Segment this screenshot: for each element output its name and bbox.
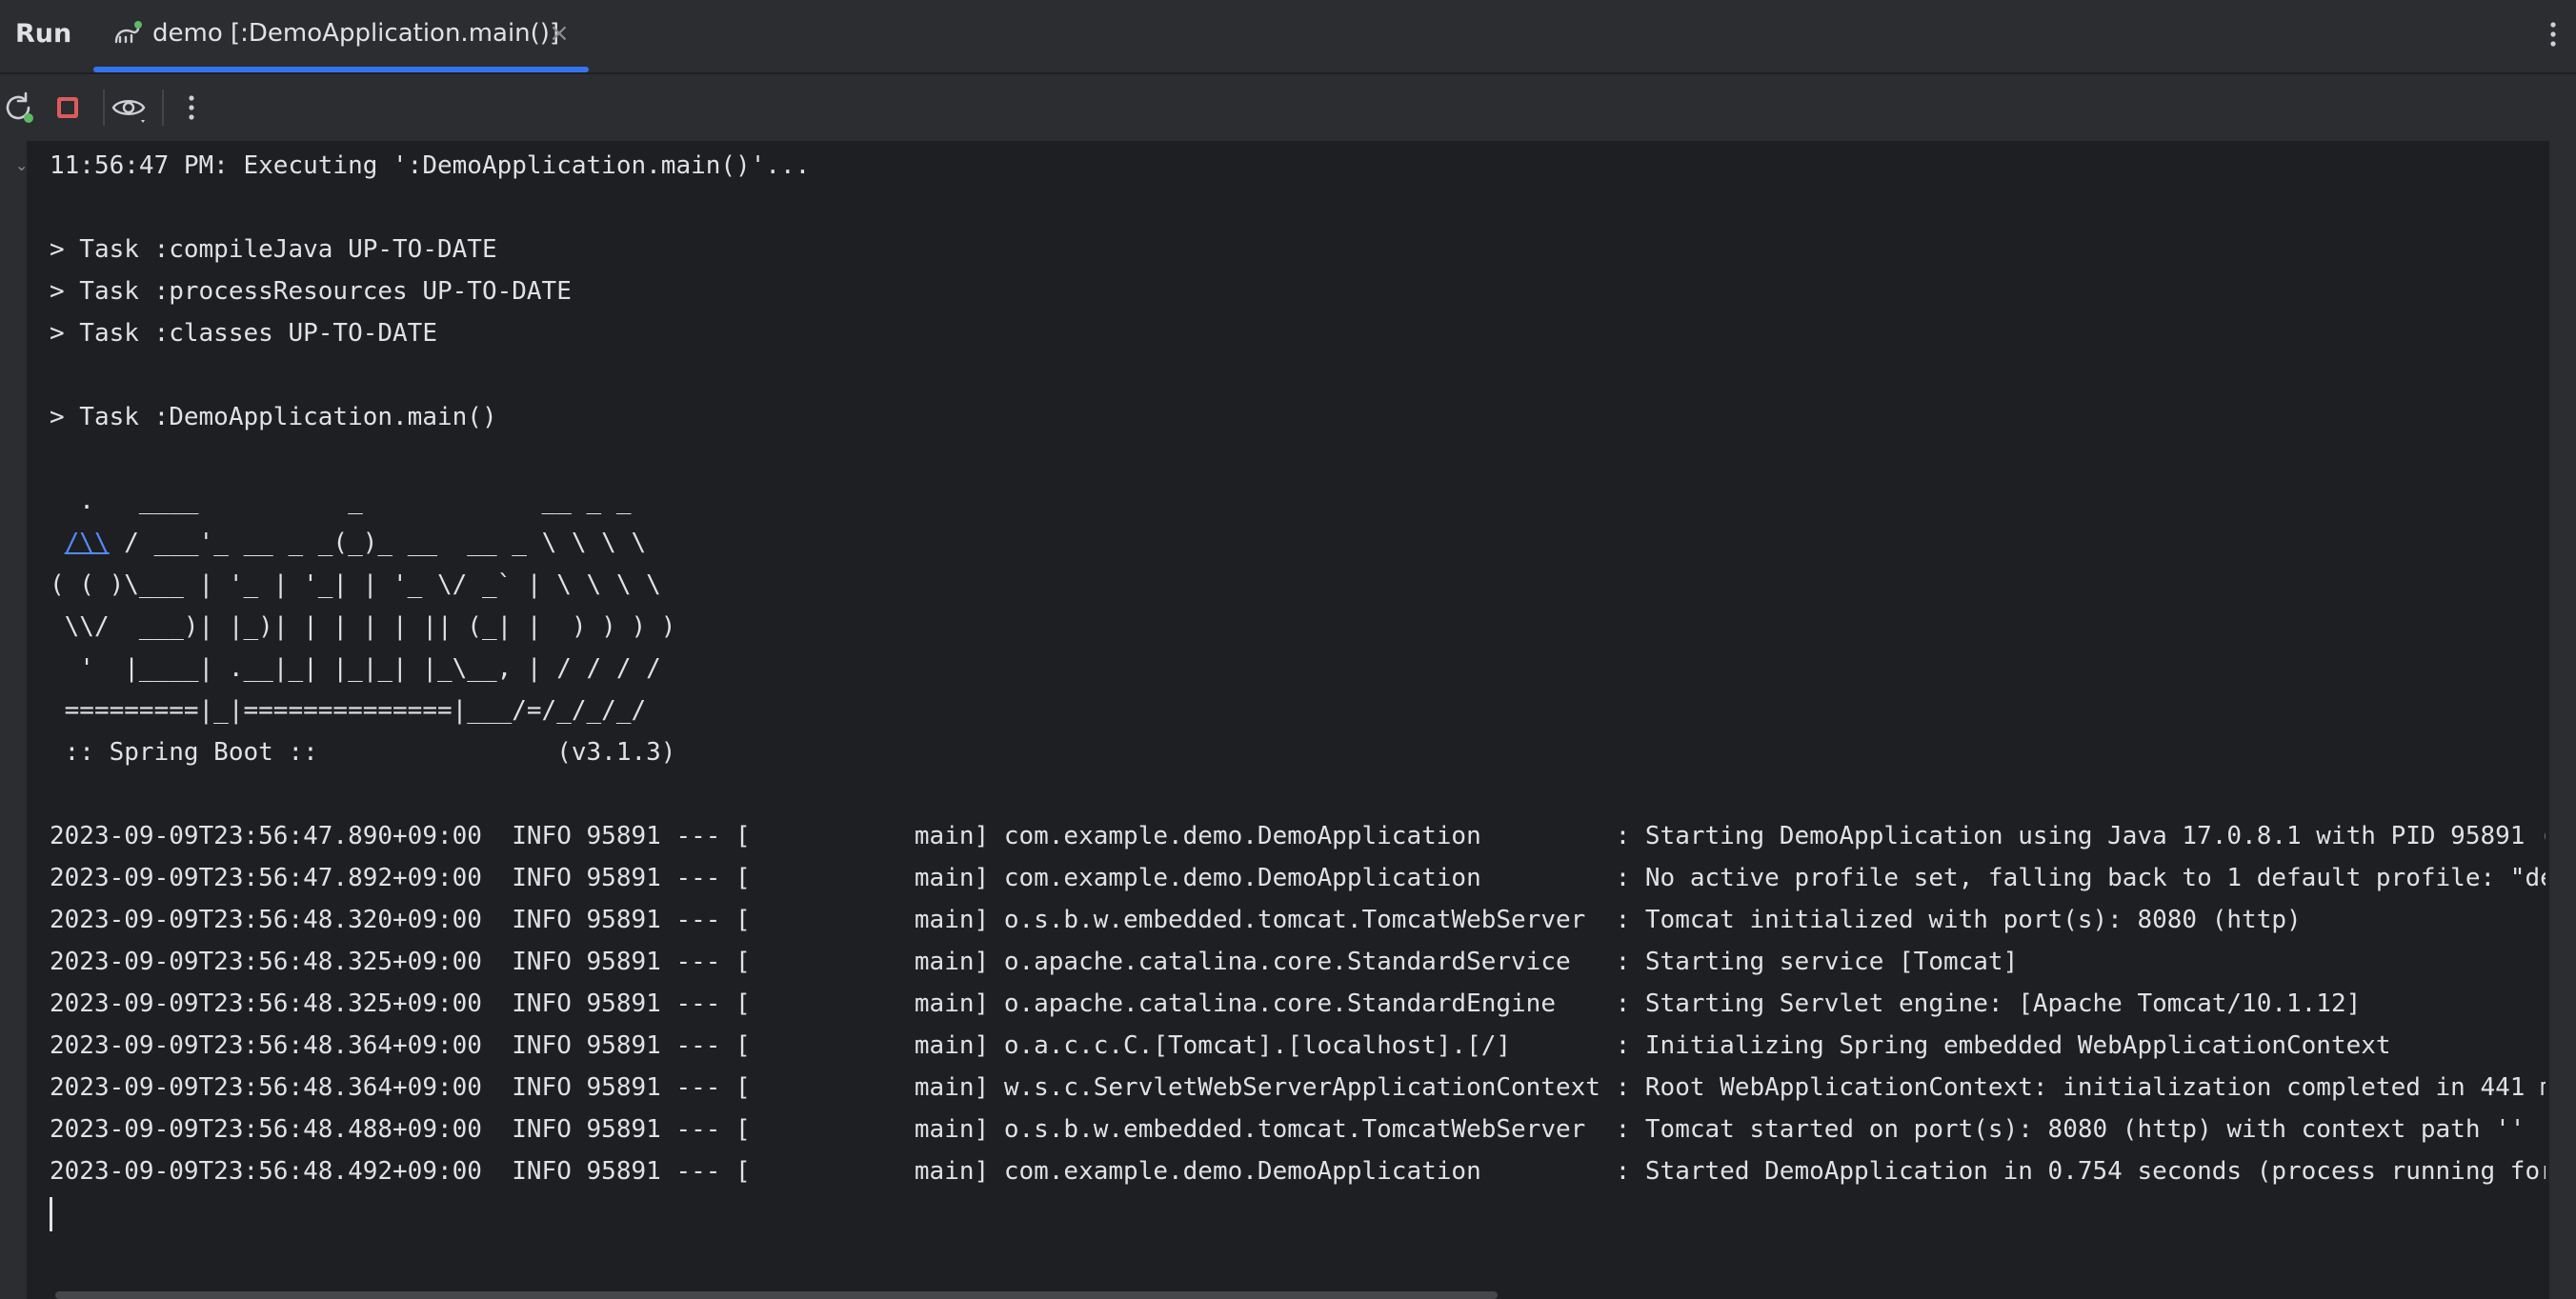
log-line: 2023-09-09T23:56:48.325+09:00 INFO 95891… <box>50 989 2362 1018</box>
stop-icon[interactable] <box>50 90 86 126</box>
banner-line: :: Spring Boot :: (v3.1.3) <box>50 738 676 767</box>
more-vertical-icon[interactable] <box>2544 17 2563 51</box>
log-line: 2023-09-09T23:56:48.492+09:00 INFO 95891… <box>50 1157 2546 1186</box>
log-line: 2023-09-09T23:56:47.890+09:00 INFO 95891… <box>50 822 2546 850</box>
banner-line: \\/ ___)| |_)| | | | | || (_| | ) ) ) ) <box>50 612 676 641</box>
log-line: 2023-09-09T23:56:48.320+09:00 INFO 95891… <box>50 906 2302 934</box>
banner-line: ( ( )\___ | '_ | '_| | '_ \/ _` | \ \ \ … <box>50 570 661 599</box>
active-tab-indicator <box>93 67 589 72</box>
log-line: 2023-09-09T23:56:48.364+09:00 INFO 95891… <box>50 1031 2391 1060</box>
console-output[interactable]: 11:56:47 PM: Executing ':DemoApplication… <box>50 145 2546 1288</box>
log-line: 2023-09-09T23:56:48.325+09:00 INFO 95891… <box>50 948 2019 976</box>
tab-demo-application[interactable]: demo [:DemoApplication.main()] × <box>93 0 589 72</box>
horizontal-scrollbar[interactable] <box>55 1291 1498 1299</box>
tool-window-header: Run demo [:DemoApplication.main()] × <box>0 0 2576 74</box>
fold-marker-icon: ⌄ <box>15 156 29 174</box>
console-line: > Task :compileJava UP-TO-DATE <box>50 235 497 264</box>
run-title: Run <box>15 19 72 49</box>
banner-line-rest: / ___'_ __ _ _(_)_ __ __ _ \ \ \ \ <box>109 529 647 557</box>
input-line[interactable] <box>50 1192 2546 1234</box>
run-tool-window: Run demo [:DemoApplication.main()] × ⌄ 1… <box>0 0 2576 1299</box>
console-line: > Task :DemoApplication.main() <box>50 403 497 431</box>
console-line: > Task :classes UP-TO-DATE <box>50 319 437 348</box>
more-vertical-icon[interactable] <box>173 90 210 126</box>
log-line: 2023-09-09T23:56:47.892+09:00 INFO 95891… <box>50 864 2546 892</box>
log-line: 2023-09-09T23:56:48.488+09:00 INFO 95891… <box>50 1115 2526 1144</box>
banner-line: . ____ _ __ _ _ <box>50 487 632 515</box>
banner-link[interactable]: /\\ <box>65 529 110 557</box>
banner-line: ' |____| .__|_| |_|_| |_\__, | / / / / <box>50 654 661 683</box>
run-toolbar <box>0 74 2576 141</box>
text-caret <box>50 1196 52 1231</box>
toolbar-separator <box>103 90 105 126</box>
console-line: 11:56:47 PM: Executing ':DemoApplication… <box>50 151 811 180</box>
gradle-elephant-icon <box>112 19 143 50</box>
tab-title: demo [:DemoApplication.main()] <box>152 19 560 48</box>
close-icon[interactable]: × <box>549 19 570 48</box>
log-line: 2023-09-09T23:56:48.364+09:00 INFO 95891… <box>50 1073 2546 1102</box>
console-line: > Task :processResources UP-TO-DATE <box>50 277 572 306</box>
toolbar-separator <box>162 90 164 126</box>
banner-line: =========|_|==============|___/=/_/_/_/ <box>50 696 647 725</box>
banner-line: /\\ / ___'_ __ _ _(_)_ __ __ _ \ \ \ \ <box>50 522 2546 564</box>
rerun-icon[interactable] <box>0 90 36 126</box>
left-gutter <box>0 141 27 1299</box>
right-gutter <box>2549 141 2576 1299</box>
eye-view-icon[interactable] <box>111 90 147 126</box>
